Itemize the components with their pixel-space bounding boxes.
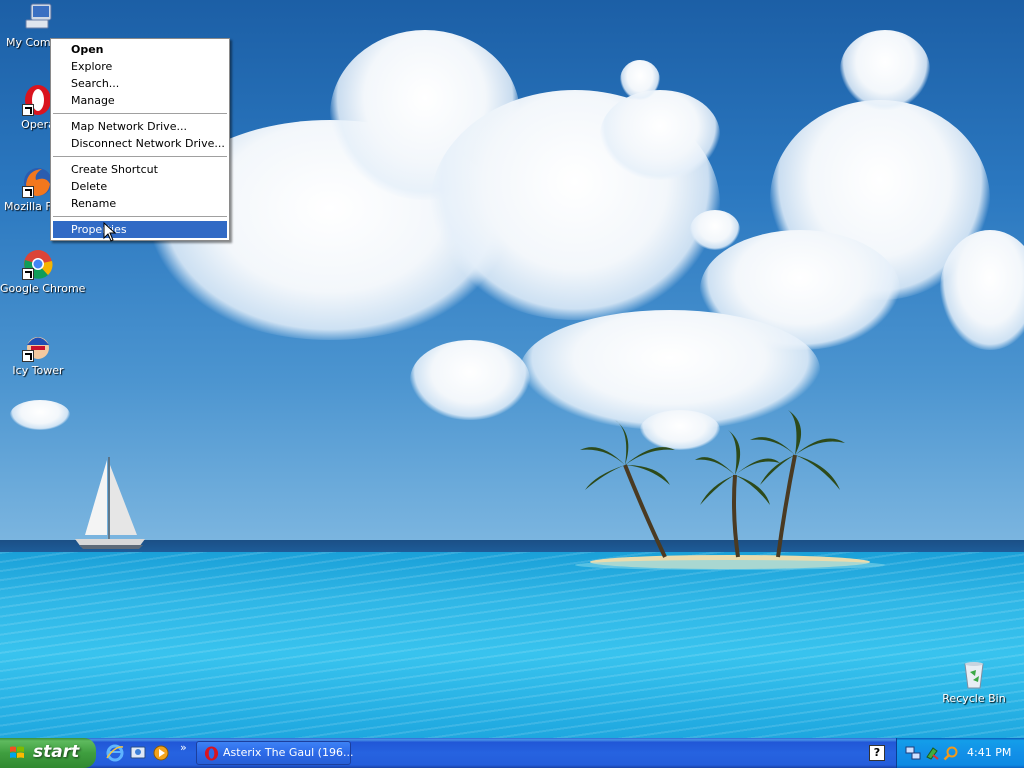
menu-separator: [53, 113, 227, 114]
menu-item-explore[interactable]: Explore: [53, 58, 227, 75]
taskbar-button-opera[interactable]: Asterix The Gaul (196...: [196, 741, 354, 765]
desktop-icon-label: Google Chrome: [0, 282, 86, 295]
menu-item-create-shortcut[interactable]: Create Shortcut: [53, 161, 227, 178]
safely-remove-hardware-icon[interactable]: [924, 745, 940, 761]
windows-flag-icon: [10, 746, 24, 758]
sailboat-image: [75, 457, 145, 549]
mouse-cursor-icon: [103, 222, 117, 242]
menu-separator: [53, 216, 227, 217]
shortcut-arrow-icon: [22, 268, 34, 280]
desktop-icon-label: Icy Tower: [12, 364, 64, 377]
menu-item-properties[interactable]: Properties: [53, 221, 227, 238]
search-icon[interactable]: [943, 745, 959, 761]
clock[interactable]: 4:41 PM: [967, 746, 1011, 759]
island-palms-image: [575, 410, 885, 570]
shortcut-arrow-icon: [22, 186, 34, 198]
chrome-icon: [22, 248, 54, 280]
recycle-bin-icon: [958, 658, 990, 690]
taskbar-button-label: Asterix The Gaul (196...: [223, 746, 354, 759]
menu-item-search[interactable]: Search...: [53, 75, 227, 92]
context-menu: Open Explore Search... Manage Map Networ…: [50, 38, 230, 241]
my-computer-icon: [22, 2, 54, 34]
network-icon[interactable]: [905, 745, 921, 761]
menu-item-disconnect-network-drive[interactable]: Disconnect Network Drive...: [53, 135, 227, 152]
menu-item-rename[interactable]: Rename: [53, 195, 227, 212]
shortcut-arrow-icon: [22, 350, 34, 362]
menu-item-open[interactable]: Open: [53, 41, 227, 58]
menu-item-manage[interactable]: Manage: [53, 92, 227, 109]
desktop-icon-icy-tower[interactable]: Icy Tower: [0, 330, 76, 377]
desktop-icon-recycle-bin[interactable]: Recycle Bin: [936, 658, 1012, 705]
menu-item-map-network-drive[interactable]: Map Network Drive...: [53, 118, 227, 135]
internet-explorer-icon[interactable]: [106, 744, 124, 762]
shortcut-arrow-icon: [22, 104, 34, 116]
show-desktop-icon[interactable]: [129, 744, 147, 762]
opera-icon: [204, 746, 219, 761]
icy-tower-icon: [22, 330, 54, 362]
taskbar: start » Asterix The Gaul (196... ? 4:41 …: [0, 738, 1024, 768]
menu-item-delete[interactable]: Delete: [53, 178, 227, 195]
quick-launch-chevron[interactable]: »: [180, 741, 187, 754]
media-player-icon[interactable]: [152, 744, 170, 762]
start-button[interactable]: start: [0, 738, 96, 768]
help-icon[interactable]: ?: [869, 745, 885, 761]
desktop-icon-google-chrome[interactable]: Google Chrome: [0, 248, 86, 295]
start-label: start: [33, 742, 80, 762]
desktop-icon-label: Recycle Bin: [942, 692, 1006, 705]
menu-separator: [53, 156, 227, 157]
